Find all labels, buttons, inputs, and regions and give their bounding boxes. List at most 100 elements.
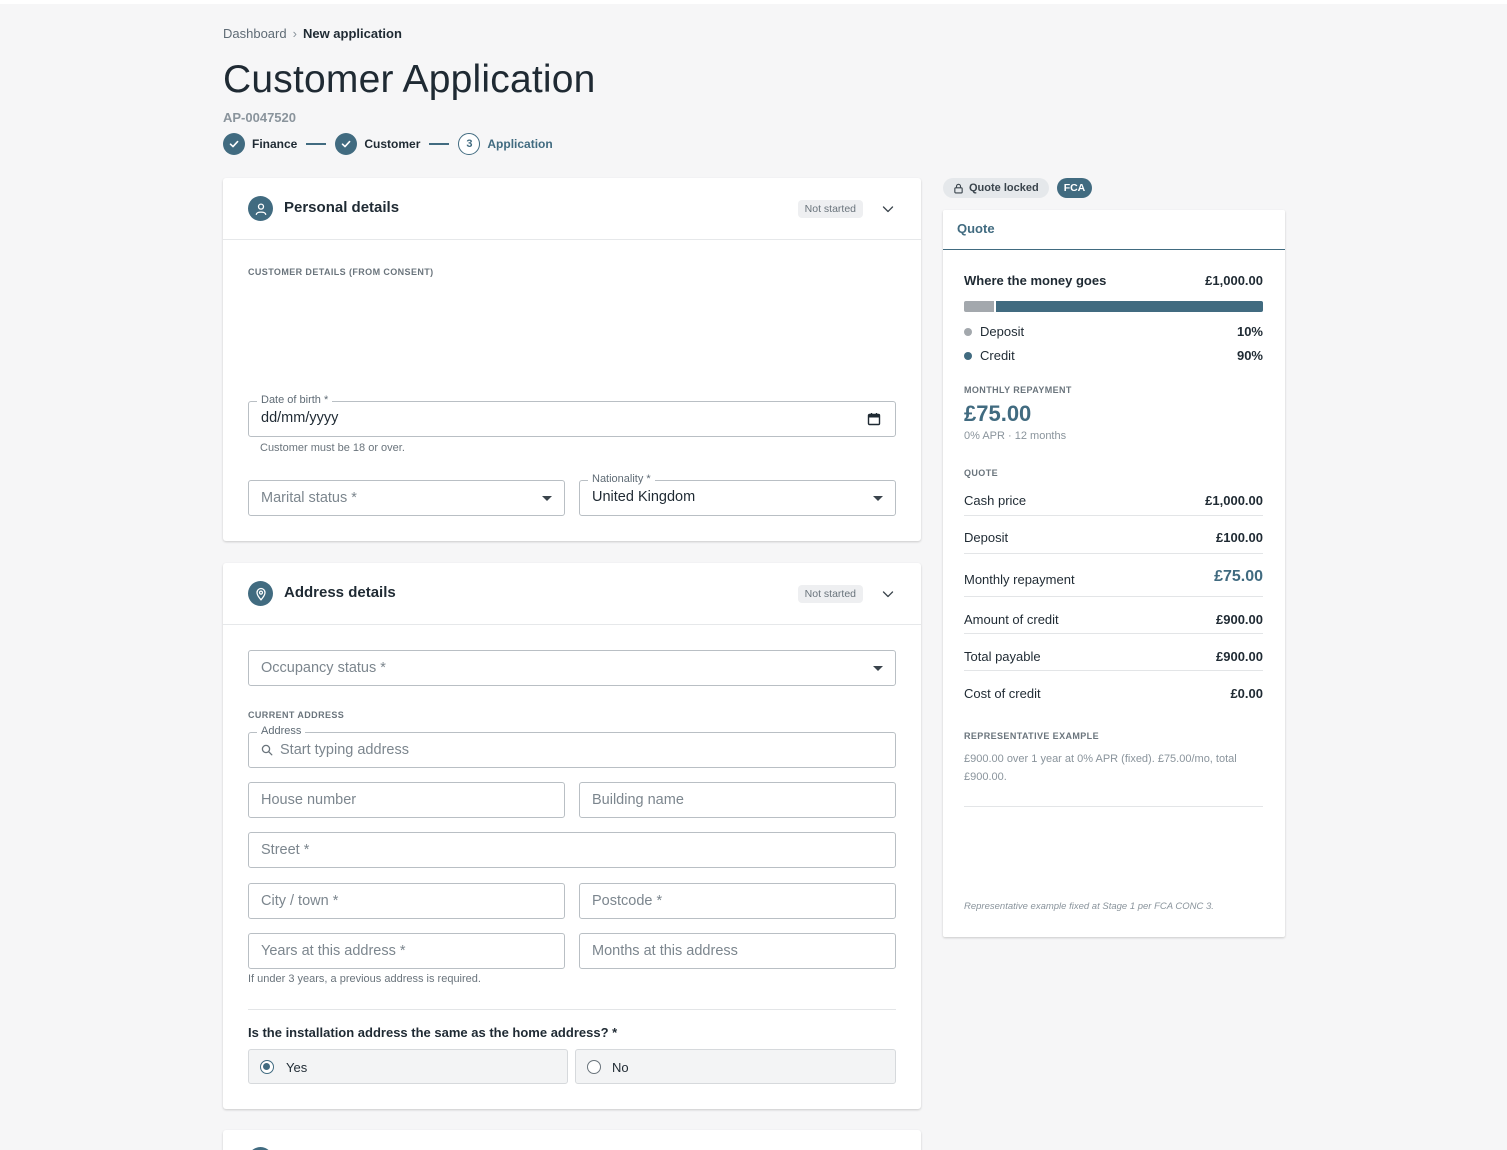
quote-row-cash-price: Cash price £1,000.00: [964, 488, 1263, 516]
caret-down-icon: [873, 496, 883, 501]
deposit-bar-segment: [964, 301, 994, 312]
step-application-number: 3: [458, 133, 481, 155]
city-placeholder: City / town *: [261, 893, 339, 909]
breadcrumb-dashboard-link[interactable]: Dashboard: [223, 26, 287, 41]
radio-no[interactable]: [587, 1060, 601, 1074]
street-input[interactable]: Street *: [248, 832, 896, 868]
quote-footnote: Representative example fixed at Stage 1 …: [964, 901, 1214, 912]
search-icon: [261, 744, 273, 756]
address-details-card: Address details Not started Occupancy st…: [223, 563, 921, 1109]
city-input[interactable]: City / town *: [248, 883, 565, 919]
date-of-birth-input[interactable]: Date of birth * dd/mm/yyyy: [248, 394, 896, 437]
customer-details-section-label: CUSTOMER DETAILS (FROM CONSENT): [248, 267, 434, 277]
installation-address-question: Is the installation address the same as …: [248, 1025, 618, 1040]
location-pin-icon: [248, 581, 273, 606]
money-title: Where the money goes: [964, 273, 1107, 288]
top-strip: [0, 0, 1507, 4]
marital-status-placeholder: Marital status *: [261, 490, 357, 506]
quote-panel: Quote Where the money goes £1,000.00 Dep…: [943, 210, 1285, 937]
chevron-down-icon[interactable]: [881, 202, 895, 216]
quote-row-amount-of-credit: Amount of credit £900.00: [964, 597, 1263, 634]
nationality-label: Nationality *: [588, 473, 655, 485]
quote-row-cost-of-credit: Cost of credit £0.00: [964, 671, 1263, 711]
months-at-address-input[interactable]: Months at this address: [579, 933, 896, 969]
quote-locked-badge: Quote locked: [943, 178, 1049, 198]
next-section-card: [223, 1130, 921, 1150]
step-finance-check-icon: [223, 133, 245, 155]
nationality-value: United Kingdom: [592, 489, 696, 505]
step-finance-label: Finance: [252, 137, 298, 151]
tab-quote[interactable]: Quote: [943, 210, 1285, 250]
calendar-icon[interactable]: [867, 412, 881, 426]
quote-row-monthly-repayment: Monthly repayment £75.00: [964, 554, 1263, 597]
house-number-placeholder: House number: [261, 792, 357, 808]
address-search-placeholder: Start typing address: [280, 742, 409, 758]
building-name-input[interactable]: Building name: [579, 782, 896, 818]
nationality-select[interactable]: Nationality * United Kingdom: [579, 473, 896, 516]
person-icon: [248, 196, 273, 221]
address-details-header[interactable]: Address details Not started: [223, 563, 921, 625]
house-number-input[interactable]: House number: [248, 782, 565, 818]
step-application-label: Application: [487, 137, 553, 151]
address-details-title: Address details: [284, 584, 396, 601]
quote-badges: Quote locked FCA: [943, 178, 1093, 198]
quote-row-value: £0.00: [1230, 686, 1263, 701]
credit-percent: 90%: [1236, 348, 1263, 363]
quote-row-label: Cash price: [964, 493, 1027, 508]
lock-icon: [954, 183, 963, 193]
date-of-birth-helper: Customer must be 18 or over.: [260, 442, 405, 454]
address-search-input[interactable]: Address Start typing address: [248, 725, 896, 768]
years-at-address-input[interactable]: Years at this address *: [248, 933, 565, 969]
chevron-down-icon[interactable]: [881, 587, 895, 601]
installation-same-yes-option[interactable]: Yes: [248, 1049, 568, 1084]
installation-same-no-option[interactable]: No: [575, 1049, 896, 1084]
representative-example-label: REPRESENTATIVE EXAMPLE: [964, 731, 1099, 741]
previous-address-helper: If under 3 years, a previous address is …: [248, 973, 481, 985]
quote-row-value: £75.00: [1214, 568, 1263, 585]
radio-yes-label: Yes: [286, 1060, 308, 1075]
address-label: Address: [257, 725, 306, 737]
breadcrumb-separator: ›: [292, 26, 297, 41]
quote-row-value: £900.00: [1216, 649, 1263, 664]
money-split-bar: [964, 301, 1263, 312]
quote-section-label: QUOTE: [964, 468, 999, 478]
personal-details-header[interactable]: Personal details Not started: [223, 178, 921, 240]
marital-status-select[interactable]: Marital status *: [248, 480, 565, 516]
postcode-input[interactable]: Postcode *: [579, 883, 896, 919]
status-badge: Not started: [797, 585, 863, 603]
monthly-repayment-terms: 0% APR · 12 months: [964, 430, 1067, 442]
quote-row-label: Monthly repayment: [964, 572, 1075, 587]
street-placeholder: Street *: [261, 842, 310, 858]
breadcrumb-current: New application: [302, 26, 402, 41]
divider: [248, 1009, 896, 1010]
date-of-birth-label: Date of birth *: [257, 394, 333, 406]
date-of-birth-value: dd/mm/yyyy: [261, 410, 339, 426]
deposit-legend-label: Deposit: [980, 324, 1025, 339]
deposit-legend: Deposit: [964, 324, 1024, 339]
caret-down-icon: [542, 496, 552, 501]
radio-yes[interactable]: [260, 1060, 274, 1074]
breadcrumb: Dashboard › New application: [223, 26, 402, 41]
caret-down-icon: [873, 666, 883, 671]
quote-locked-label: Quote locked: [969, 182, 1039, 194]
credit-legend-label: Credit: [980, 348, 1015, 363]
monthly-repayment-amount: £75.00: [964, 401, 1032, 426]
credit-bar-segment: [996, 301, 1263, 312]
divider: [964, 806, 1263, 807]
status-badge: Not started: [797, 200, 863, 218]
quote-row-deposit: Deposit £100.00: [964, 516, 1263, 554]
credit-dot-icon: [964, 352, 972, 360]
quote-row-label: Total payable: [964, 649, 1041, 664]
step-customer-check-icon: [335, 133, 358, 155]
personal-details-title: Personal details: [284, 199, 400, 216]
application-id: AP-0047520: [223, 110, 296, 125]
quote-row-label: Deposit: [964, 530, 1009, 545]
radio-no-label: No: [612, 1060, 629, 1075]
deposit-dot-icon: [964, 328, 972, 336]
personal-details-card: Personal details Not started CUSTOMER DE…: [223, 178, 921, 541]
quote-row-value: £100.00: [1216, 530, 1263, 545]
occupancy-status-select[interactable]: Occupancy status *: [248, 650, 896, 686]
stepper: Finance Customer 3 Application: [223, 133, 553, 155]
current-address-section-label: CURRENT ADDRESS: [248, 710, 345, 720]
step-customer-label: Customer: [364, 137, 421, 151]
